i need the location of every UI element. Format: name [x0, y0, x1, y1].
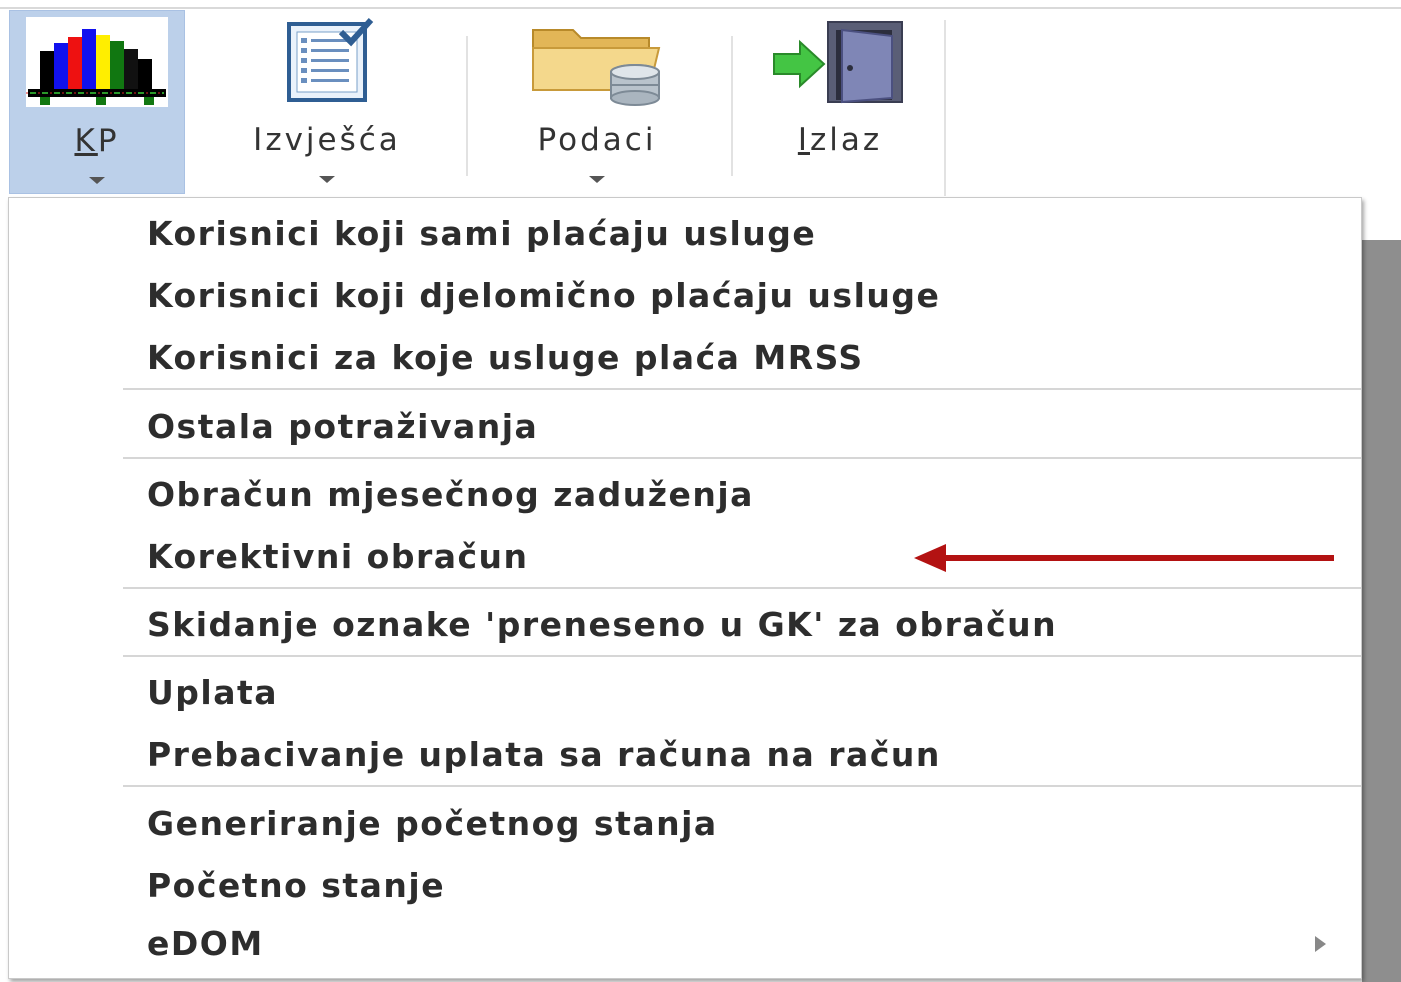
menu-separator: [123, 587, 1361, 589]
chevron-down-icon: [319, 176, 335, 183]
menu-item-korisnici-djelomicno[interactable]: Korisnici koji djelomično plaćaju usluge: [9, 267, 1361, 325]
menu-item-obracun-zaduzenja[interactable]: Obračun mjesečnog zaduženja: [9, 466, 1361, 524]
submenu-arrow-icon: [1315, 936, 1326, 952]
izvjesca-button-label: Izvješća: [253, 122, 401, 158]
menu-item-label: eDOM: [147, 924, 264, 963]
chevron-down-icon: [89, 177, 105, 184]
izlaz-button[interactable]: Izlaz: [760, 10, 920, 194]
menu-item-pocetno-stanje[interactable]: Početno stanje: [9, 857, 1361, 915]
menu-separator: [123, 457, 1361, 459]
menu-item-label: Početno stanje: [147, 866, 446, 905]
ribbon-separator: [944, 20, 946, 196]
menu-item-label: Korektivni obračun: [147, 537, 529, 576]
menu-separator: [123, 785, 1361, 787]
menu-item-label: Obračun mjesečnog zaduženja: [147, 475, 754, 514]
menu-item-prebacivanje-uplata[interactable]: Prebacivanje uplata sa računa na račun: [9, 726, 1361, 784]
menu-separator: [123, 388, 1361, 390]
annotation-arrow-icon: [914, 544, 1334, 572]
ribbon-toolbar: [0, 9, 1401, 199]
menu-item-label: Uplata: [147, 673, 279, 712]
ribbon-separator: [466, 36, 468, 176]
menu-item-skidanje-oznake[interactable]: Skidanje oznake 'preneseno u GK' za obra…: [9, 596, 1361, 654]
menu-item-label: Korisnici koji djelomično plaćaju usluge: [147, 276, 941, 315]
bar-chart-icon: [26, 17, 168, 107]
ribbon-separator: [731, 36, 733, 176]
menu-item-label: Prebacivanje uplata sa računa na račun: [147, 735, 941, 774]
menu-item-korisnici-mrss[interactable]: Korisnici za koje usluge plaća MRSS: [9, 329, 1361, 387]
menu-item-label: Skidanje oznake 'preneseno u GK' za obra…: [147, 605, 1058, 644]
menu-item-generiranje-stanja[interactable]: Generiranje početnog stanja: [9, 795, 1361, 853]
izvjesca-menu-button[interactable]: Izvješća: [232, 10, 422, 194]
menu-item-edom[interactable]: eDOM: [9, 915, 1361, 973]
menu-item-korisnici-sami[interactable]: Korisnici koji sami plaćaju usluge: [9, 205, 1361, 263]
exit-door-icon: [769, 16, 911, 106]
menu-item-label: Korisnici koji sami plaćaju usluge: [147, 214, 817, 253]
folder-database-icon: [526, 16, 668, 106]
kp-menu-button[interactable]: KP: [9, 10, 185, 194]
menu-item-label: Korisnici za koje usluge plaća MRSS: [147, 338, 864, 377]
chevron-down-icon: [589, 176, 605, 183]
kp-button-label: KP: [74, 123, 120, 159]
menu-separator: [123, 655, 1361, 657]
background-pane: [1362, 240, 1401, 982]
menu-item-label: Ostala potraživanja: [147, 407, 539, 446]
izlaz-button-label: Izlaz: [797, 122, 883, 158]
menu-item-label: Generiranje početnog stanja: [147, 804, 718, 843]
podaci-menu-button[interactable]: Podaci: [500, 10, 694, 194]
menu-item-ostala-potrazivanja[interactable]: Ostala potraživanja: [9, 398, 1361, 456]
kp-dropdown-menu: Korisnici koji sami plaćaju usluge Koris…: [8, 197, 1362, 979]
menu-item-uplata[interactable]: Uplata: [9, 664, 1361, 722]
podaci-button-label: Podaci: [537, 122, 657, 158]
report-checklist-icon: [256, 16, 398, 106]
